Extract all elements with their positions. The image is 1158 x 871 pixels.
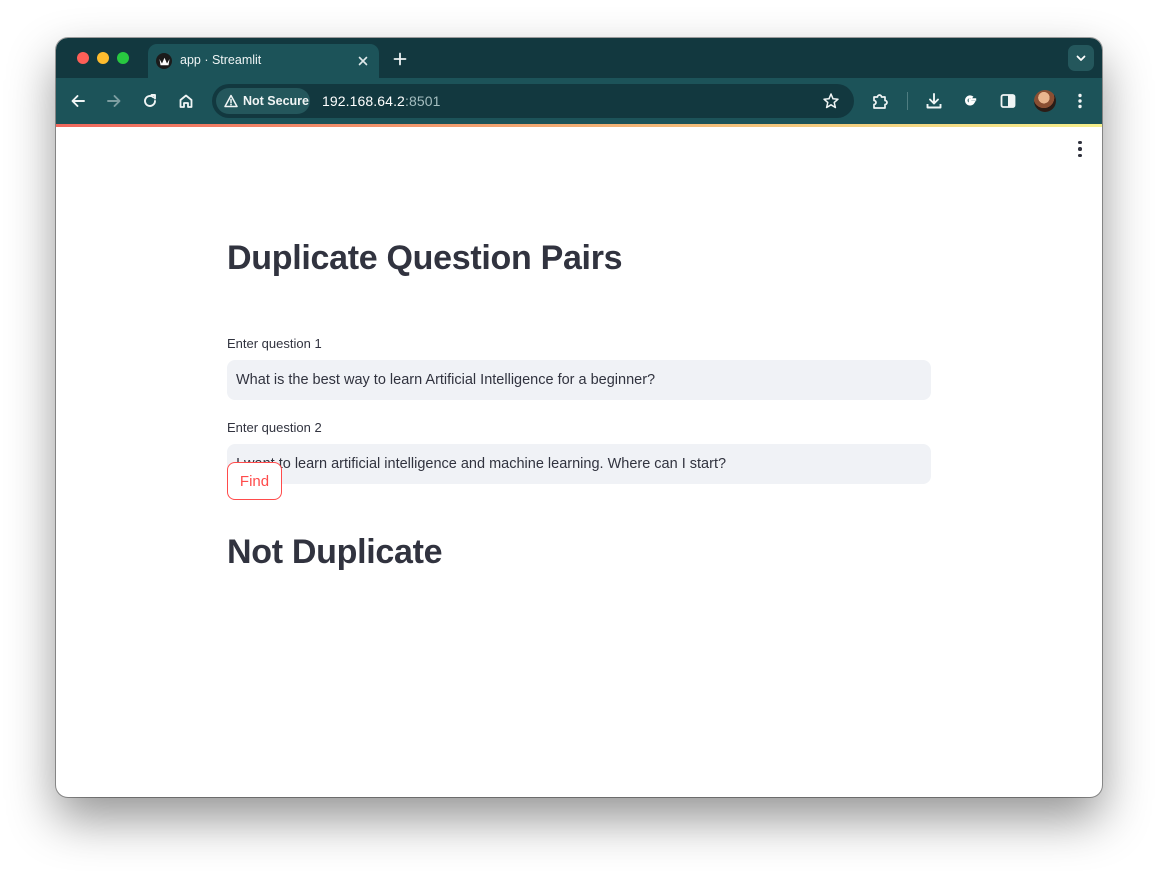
browser-toolbar: Not Secure 192.168.64.2:8501	[56, 78, 1102, 124]
security-chip[interactable]: Not Secure	[216, 88, 310, 114]
question1-input[interactable]	[227, 360, 931, 400]
browser-tab[interactable]: app · Streamlit	[148, 44, 379, 78]
home-icon[interactable]	[176, 91, 196, 111]
warning-icon	[224, 94, 238, 108]
forward-arrow-icon[interactable]	[104, 91, 124, 111]
browser-window: app · Streamlit Not Secure 192.168.64.2:…	[56, 38, 1102, 797]
plus-icon[interactable]	[391, 50, 409, 68]
streamlit-favicon	[156, 53, 172, 69]
chevron-down-icon	[1076, 55, 1086, 61]
security-label: Not Secure	[243, 94, 309, 108]
side-panel-icon[interactable]	[998, 91, 1018, 111]
star-icon[interactable]	[822, 92, 840, 110]
kebab-menu-icon[interactable]	[1070, 91, 1090, 111]
tab-search-button[interactable]	[1068, 45, 1094, 71]
zoom-window-button[interactable]	[117, 52, 129, 64]
google-icon[interactable]	[960, 91, 980, 111]
address-bar[interactable]: Not Secure 192.168.64.2:8501	[212, 84, 854, 118]
find-button[interactable]: Find	[227, 462, 282, 500]
streamlit-header-decoration	[56, 124, 1102, 127]
page-title: Duplicate Question Pairs	[227, 239, 623, 277]
url-text[interactable]: 192.168.64.2:8501	[322, 93, 441, 109]
close-window-button[interactable]	[77, 52, 89, 64]
app-menu-icon[interactable]	[1072, 140, 1088, 158]
extensions-icon[interactable]	[870, 91, 890, 111]
question2-input[interactable]	[227, 444, 931, 484]
question1-label: Enter question 1	[227, 336, 322, 351]
reload-icon[interactable]	[140, 91, 160, 111]
url-host: 192.168.64.2	[322, 93, 405, 109]
question2-label: Enter question 2	[227, 420, 322, 435]
download-icon[interactable]	[924, 91, 944, 111]
tab-title: app · Streamlit	[180, 53, 262, 67]
tab-strip: app · Streamlit	[56, 38, 1102, 78]
url-port: :8501	[404, 93, 441, 109]
close-icon[interactable]	[355, 53, 371, 69]
avatar[interactable]	[1034, 90, 1056, 112]
minimize-window-button[interactable]	[97, 52, 109, 64]
toolbar-divider	[907, 92, 908, 110]
result-heading: Not Duplicate	[227, 533, 443, 571]
back-arrow-icon[interactable]	[68, 91, 88, 111]
